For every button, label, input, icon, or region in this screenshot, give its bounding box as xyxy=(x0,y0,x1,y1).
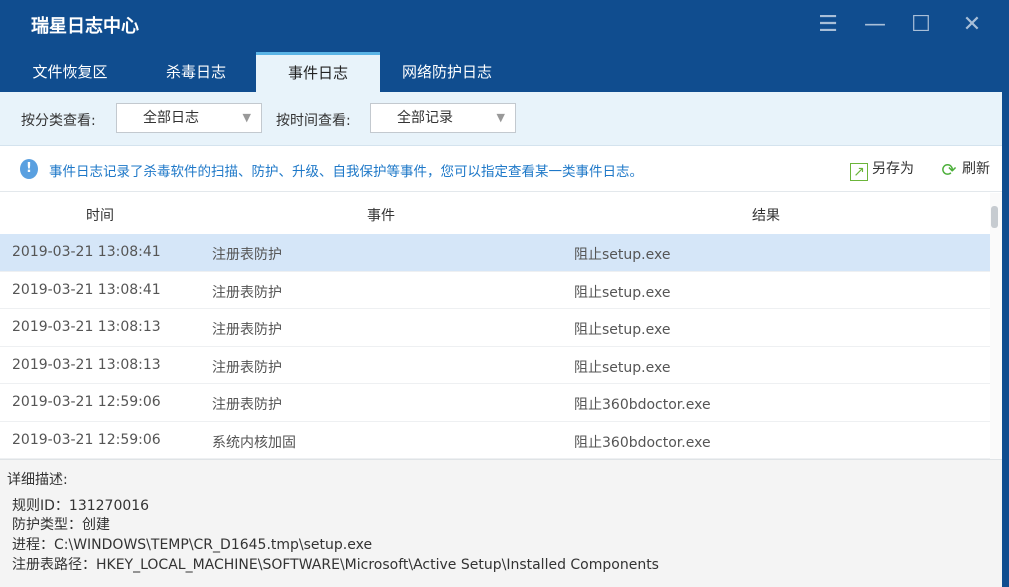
category-select-value: 全部日志 xyxy=(143,110,199,126)
refresh-icon: ⟳ xyxy=(941,160,957,181)
maximize-icon[interactable]: ☐ xyxy=(906,10,936,40)
export-icon: ↗ xyxy=(850,163,868,181)
column-header-time[interactable]: 时间 xyxy=(86,205,114,225)
category-select[interactable]: 全部日志 ▼ xyxy=(116,103,262,133)
refresh-button[interactable]: ⟳ 刷新 xyxy=(940,158,990,180)
table-row[interactable]: 2019-03-21 12:59:06 系统内核加固 阻止360bdoctor.ex… xyxy=(0,422,990,459)
time-select[interactable]: 全部记录 ▼ xyxy=(370,103,516,133)
save-as-button[interactable]: ↗ 另存为 xyxy=(850,158,914,181)
info-bar: ! 事件日志记录了杀毒软件的扫描、防护、升级、自我保护等事件，您可以指定查看某一… xyxy=(0,147,1002,192)
cell-result: 阻止setup.exe xyxy=(574,322,671,338)
time-select-value: 全部记录 xyxy=(397,110,453,126)
cell-time: 2019-03-21 13:08:41 xyxy=(12,281,161,298)
detail-protection-type: 防护类型：创建 xyxy=(12,517,110,533)
title-bar: 瑞星日志中心 ☰ — ☐ ✕ xyxy=(0,0,1009,52)
info-text: 事件日志记录了杀毒软件的扫描、防护、升级、自我保护等事件，您可以指定查看某一类事… xyxy=(49,164,643,180)
detail-registry-path: 注册表路径：HKEY_LOCAL_MACHINE\SOFTWARE\Micros… xyxy=(12,557,659,573)
table-row[interactable]: 2019-03-21 12:59:06 注册表防护 阻止360bdoctor.exe xyxy=(0,384,990,422)
tab-network-protection-log[interactable]: 网络防护日志 xyxy=(386,52,508,92)
cell-event: 系统内核加固 xyxy=(212,434,296,451)
tab-event-log[interactable]: 事件日志 xyxy=(256,52,380,92)
tab-antivirus-log[interactable]: 杀毒日志 xyxy=(140,52,252,92)
window-border xyxy=(1002,92,1009,587)
info-icon: ! xyxy=(20,159,38,179)
detail-panel: 详细描述: 规则ID：131270016 防护类型：创建 进程：C:\WINDO… xyxy=(0,459,1002,587)
tab-bar: 文件恢复区 杀毒日志 事件日志 网络防护日志 xyxy=(0,52,1009,92)
detail-process: 进程：C:\WINDOWS\TEMP\CR_D1645.tmp\setup.ex… xyxy=(12,537,373,553)
filter-bar: 按分类查看: 全部日志 ▼ 按时间查看: 全部记录 ▼ xyxy=(0,92,1002,146)
cell-result: 阻止360bdoctor.exe xyxy=(574,434,711,451)
scrollbar-thumb[interactable] xyxy=(991,206,998,228)
window-title: 瑞星日志中心 xyxy=(31,16,139,37)
category-filter-label: 按分类查看: xyxy=(21,113,96,129)
refresh-label: 刷新 xyxy=(962,161,990,177)
table-scrollbar[interactable] xyxy=(990,193,1002,459)
tab-file-recovery[interactable]: 文件恢复区 xyxy=(12,52,128,92)
cell-time: 2019-03-21 13:08:13 xyxy=(12,319,161,335)
table-row[interactable]: 2019-03-21 13:08:13 注册表防护 阻止setup.exe xyxy=(0,347,990,384)
cell-event: 注册表防护 xyxy=(212,247,282,263)
save-as-label: 另存为 xyxy=(872,161,914,177)
table-row[interactable]: 2019-03-21 13:08:41 注册表防护 阻止setup.exe xyxy=(0,234,990,272)
table-header: 时间 事件 结果 xyxy=(0,193,990,234)
cell-time: 2019-03-21 13:08:41 xyxy=(12,244,161,260)
column-header-event[interactable]: 事件 xyxy=(367,205,395,225)
menu-icon[interactable]: ☰ xyxy=(813,10,843,40)
minimize-icon[interactable]: — xyxy=(860,10,890,40)
event-table: 2019-03-21 13:08:41 注册表防护 阻止setup.exe 2019… xyxy=(0,234,990,459)
chevron-down-icon: ▼ xyxy=(242,111,251,124)
table-row[interactable]: 2019-03-21 13:08:13 注册表防护 阻止setup.exe xyxy=(0,309,990,347)
column-header-result[interactable]: 结果 xyxy=(752,205,780,225)
cell-result: 阻止360bdoctor.exe xyxy=(574,397,711,413)
cell-time: 2019-03-21 12:59:06 xyxy=(12,394,161,410)
cell-result: 阻止setup.exe xyxy=(574,247,671,263)
time-filter-label: 按时间查看: xyxy=(276,113,351,129)
cell-time: 2019-03-21 12:59:06 xyxy=(12,431,161,448)
detail-heading: 详细描述: xyxy=(7,472,68,488)
detail-rule-id: 规则ID：131270016 xyxy=(12,498,150,514)
cell-event: 注册表防护 xyxy=(212,322,282,338)
cell-result: 阻止setup.exe xyxy=(574,284,671,301)
cell-event: 注册表防护 xyxy=(212,397,282,413)
close-icon[interactable]: ✕ xyxy=(957,10,987,40)
cell-event: 注册表防护 xyxy=(212,359,282,376)
cell-time: 2019-03-21 13:08:13 xyxy=(12,356,161,373)
chevron-down-icon: ▼ xyxy=(496,111,505,124)
table-row[interactable]: 2019-03-21 13:08:41 注册表防护 阻止setup.exe xyxy=(0,272,990,309)
cell-result: 阻止setup.exe xyxy=(574,359,671,376)
cell-event: 注册表防护 xyxy=(212,284,282,301)
